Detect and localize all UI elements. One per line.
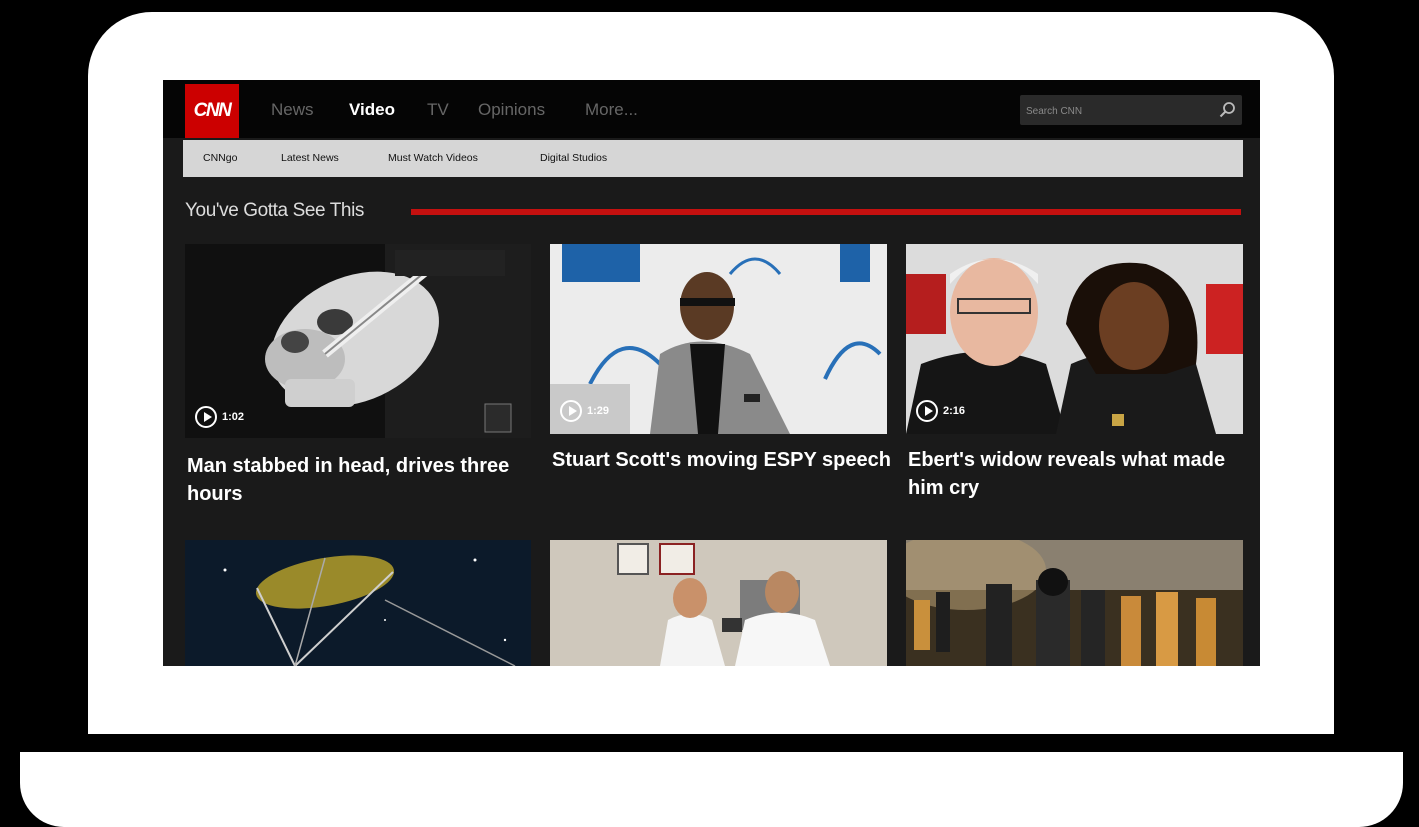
video-title[interactable]: Man stabbed in head, drives three hours — [187, 452, 527, 508]
duration-label: 1:02 — [222, 411, 245, 423]
browser-viewport: CNN News Video TV Opinions More... CNNgo… — [163, 80, 1260, 666]
video-thumbnail[interactable] — [550, 540, 887, 666]
video-title[interactable]: Stuart Scott's moving ESPY speech — [552, 446, 892, 474]
duration-label: 1:29 — [587, 405, 610, 417]
laptop-base — [20, 752, 1403, 827]
nav-video[interactable]: Video — [349, 100, 395, 120]
cnn-logo[interactable]: CNN — [185, 84, 239, 138]
sub-navigation: CNNgo Latest News Must Watch Videos Digi… — [183, 140, 1243, 177]
search-icon[interactable] — [1217, 100, 1237, 120]
play-icon — [560, 400, 582, 422]
video-card[interactable] — [185, 540, 531, 666]
video-duration: 1:29 — [560, 400, 609, 422]
video-duration: 1:02 — [195, 406, 244, 428]
play-icon — [916, 400, 938, 422]
search-input[interactable] — [1024, 101, 1208, 121]
play-icon — [195, 406, 217, 428]
video-card[interactable]: 1:02 Man stabbed in head, drives three h… — [185, 244, 531, 514]
video-card[interactable] — [906, 540, 1243, 666]
nav-news[interactable]: News — [271, 100, 314, 120]
section-divider — [411, 209, 1241, 215]
section-title: You've Gotta See This — [185, 200, 365, 221]
subnav-digital-studios[interactable]: Digital Studios — [540, 152, 607, 164]
video-duration: 2:16 — [916, 400, 965, 422]
video-thumbnail[interactable]: 1:29 — [550, 244, 887, 434]
search-box — [1020, 95, 1242, 125]
video-card[interactable]: 2:16 Ebert's widow reveals what made him… — [906, 244, 1243, 514]
video-card[interactable] — [550, 540, 887, 666]
nav-opinions[interactable]: Opinions — [478, 100, 545, 120]
video-thumbnail[interactable]: 1:02 — [185, 244, 531, 438]
duration-label: 2:16 — [943, 405, 966, 417]
video-card[interactable]: 1:29 Stuart Scott's moving ESPY speech — [550, 244, 891, 514]
nav-more[interactable]: More... — [585, 100, 638, 120]
video-thumbnail[interactable]: 2:16 — [906, 244, 1243, 434]
subnav-must-watch-videos[interactable]: Must Watch Videos — [388, 152, 478, 164]
video-thumbnail[interactable] — [906, 540, 1243, 666]
video-thumbnail[interactable] — [185, 540, 531, 666]
subnav-cnngo[interactable]: CNNgo — [203, 152, 237, 164]
nav-tv[interactable]: TV — [427, 100, 449, 120]
top-navigation: CNN News Video TV Opinions More... — [163, 80, 1260, 138]
video-title[interactable]: Ebert's widow reveals what made him cry — [908, 446, 1248, 502]
subnav-latest-news[interactable]: Latest News — [281, 152, 339, 164]
